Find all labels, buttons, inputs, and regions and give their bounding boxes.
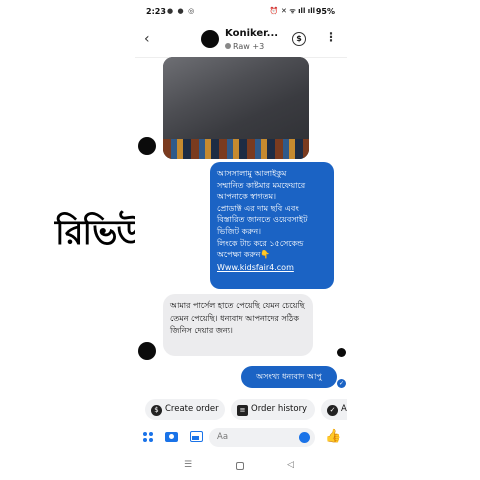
more-menu-icon[interactable]: ⋮ — [325, 30, 337, 44]
nav-back-icon[interactable]: ◁ — [287, 460, 294, 470]
contact-name[interactable]: Koniker... — [225, 28, 278, 39]
home-icon[interactable] — [236, 462, 244, 470]
compose-bar: Aa 👍 — [135, 426, 347, 450]
check-circle-icon: ✓ — [327, 405, 338, 416]
read-check-icon: ✓ — [337, 379, 346, 388]
quick-action-button[interactable]: ✓ A — [321, 399, 347, 420]
camera-icon[interactable] — [165, 432, 178, 442]
apps-dot — [149, 432, 153, 436]
list-icon: ≡ — [237, 405, 248, 416]
phone-screen: 2:23 ● ● ◎ ⏰ ✕ ᯤ ıll ıll 95% ‹ Koniker..… — [135, 0, 347, 480]
photo-message[interactable] — [163, 57, 309, 159]
create-order-label: Create order — [165, 404, 219, 414]
photo-pattern — [163, 139, 309, 159]
system-nav-bar: ☰ ◁ — [135, 458, 347, 476]
like-icon[interactable]: 👍 — [325, 429, 341, 444]
chat-header: ‹ Koniker... Raw +3 $ ⋮ — [135, 22, 347, 58]
create-order-button[interactable]: $ Create order — [145, 399, 225, 420]
apps-dot — [149, 438, 153, 442]
welcome-line: অপেক্ষা করুন👇 — [217, 250, 271, 260]
back-icon[interactable]: ‹ — [144, 31, 150, 47]
welcome-line: আসসালামু আলাইকুম — [217, 169, 287, 178]
incoming-message-review[interactable]: আমার পার্সেল হাতে পেয়েছি যেমন চেয়েছি ত… — [163, 294, 313, 356]
sender-avatar — [138, 137, 156, 155]
emoji-icon[interactable] — [299, 432, 310, 443]
presence-dot-icon — [225, 43, 231, 49]
welcome-line: ভিজিট করুন। — [217, 226, 261, 236]
status-time: 2:23 — [146, 7, 166, 16]
recents-icon[interactable]: ☰ — [184, 460, 192, 470]
outgoing-message-welcome[interactable]: আসসালামু আলাইকুম সম্মানিত কাষ্টমার মমফেয… — [210, 162, 334, 289]
seen-avatar — [337, 348, 346, 357]
payment-icon[interactable]: $ — [292, 32, 306, 46]
dollar-icon: $ — [151, 405, 162, 416]
welcome-line: আপনাকে স্বাগতম। — [217, 192, 276, 202]
apps-dot — [143, 432, 147, 436]
contact-subtitle: Raw +3 — [225, 42, 264, 51]
status-bar: 2:23 ● ● ◎ ⏰ ✕ ᯤ ıll ıll 95% — [135, 0, 347, 22]
order-history-label: Order history — [251, 404, 308, 414]
order-history-button[interactable]: ≡ Order history — [231, 399, 315, 420]
apps-dot — [143, 438, 147, 442]
apps-icon[interactable] — [143, 432, 154, 443]
gallery-icon[interactable] — [190, 431, 203, 442]
contact-subtitle-text: Raw +3 — [233, 42, 265, 51]
welcome-line: সম্মানিত কাষ্টমার মমফেয়ারে — [217, 180, 306, 190]
welcome-line: লিংকে টাচ করে ১৫সেকেন্ড — [217, 238, 304, 248]
review-overlay-label: রিভিউ — [55, 213, 143, 253]
notification-icons: ● ● ◎ — [167, 7, 196, 15]
welcome-line: বিস্তারিত জানতে ওয়েবসাইট — [217, 215, 308, 225]
outgoing-message-thanks[interactable]: অসংখ্য ধন্যবাদ আপু — [241, 366, 337, 388]
website-link[interactable]: Www.kidsfair4.com — [217, 262, 327, 274]
quick-action-label: A — [341, 404, 347, 414]
avatar[interactable] — [201, 30, 219, 48]
battery-level: 95% — [315, 7, 335, 16]
system-status: ⏰ ✕ ᯤ ıll ıll — [269, 7, 315, 15]
welcome-line: প্রোডাক্ট এর দাম ছবি এবং — [217, 203, 299, 213]
sender-avatar — [138, 342, 156, 360]
